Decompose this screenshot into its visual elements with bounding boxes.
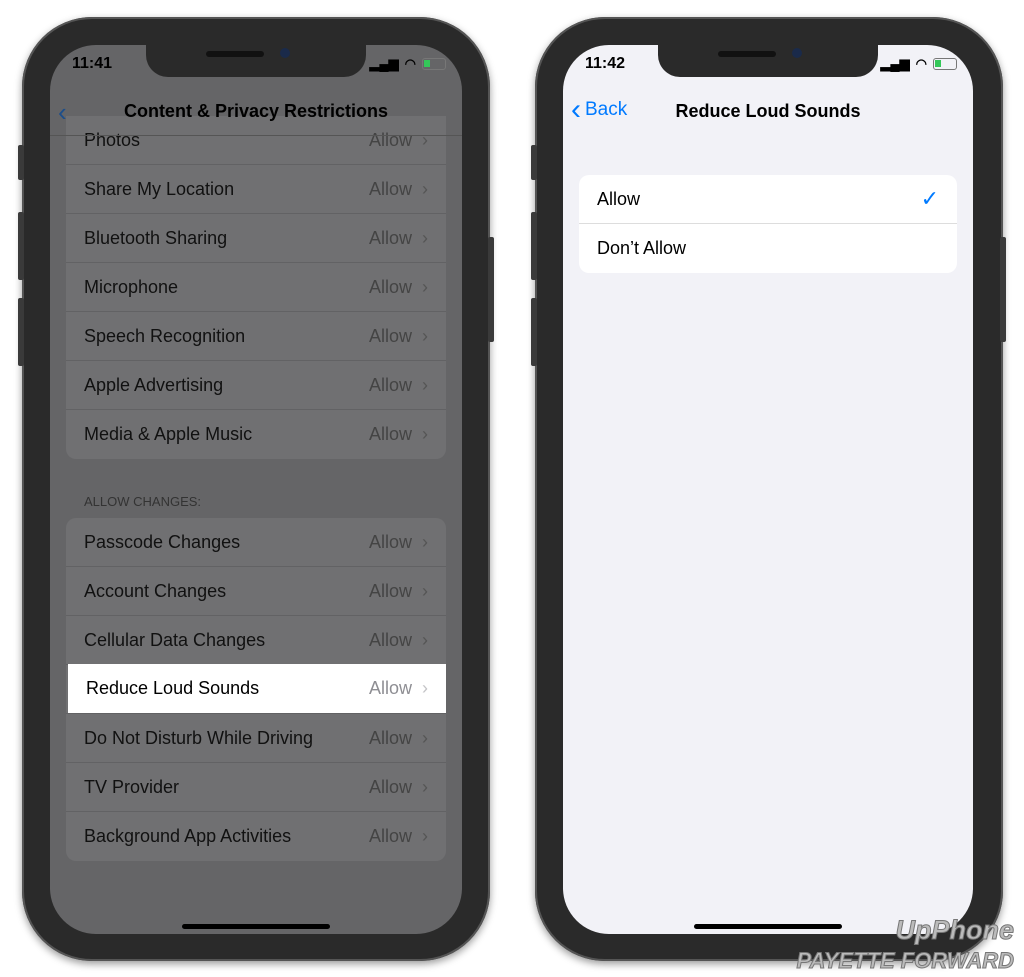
list-item[interactable]: Share My Location Allow › (66, 165, 446, 214)
row-value: Allow (368, 129, 412, 150)
signal-icon: ▂▄▆ (369, 56, 399, 71)
right-screen: 11:42 ▂▄▆ ◠ ‹ Back Reduce Loud Sounds Allow… (563, 45, 973, 934)
row-value: Allow (368, 276, 412, 297)
notch (146, 45, 366, 77)
option-label: Don’t Allow (597, 238, 687, 258)
side-button (18, 212, 24, 280)
wifi-icon: ◠ (404, 56, 416, 71)
left-screen: 11:41 ▂▄▆ ◠ ‹ Content & Privacy Restrictio… (50, 45, 462, 934)
option-dont-allow[interactable]: Don’t Allow (579, 224, 957, 273)
chevron-right-icon: › (422, 776, 428, 797)
row-value: Allow (368, 727, 412, 748)
row-value: Allow (368, 374, 412, 395)
signal-icon: ▂▄▆ (880, 56, 910, 71)
side-button (18, 145, 24, 180)
row-value: Allow (368, 325, 412, 346)
row-value: Allow (368, 678, 412, 698)
row-label: Cellular Data Changes (84, 629, 266, 650)
list-item[interactable]: Speech Recognition Allow › (66, 312, 446, 361)
side-button (18, 298, 24, 366)
battery-icon (422, 58, 446, 70)
row-label: Bluetooth Sharing (84, 227, 228, 248)
time: 11:41 (72, 55, 113, 72)
row-label: Account Changes (84, 580, 227, 601)
row-value: Allow (368, 776, 412, 797)
chevron-right-icon: › (422, 424, 428, 444)
chevron-right-icon: › (422, 325, 428, 346)
options-group: Allow ✓ Don’t Allow (579, 175, 957, 273)
row-value: Allow (368, 629, 412, 650)
row-value: Allow (368, 424, 412, 444)
chevron-right-icon: › (422, 276, 428, 297)
list-item[interactable]: Microphone Allow › (66, 263, 446, 312)
side-button (531, 298, 537, 366)
chevron-right-icon: › (422, 826, 428, 846)
home-indicator (694, 924, 842, 929)
chevron-right-icon: › (422, 531, 428, 552)
chevron-right-icon: › (422, 129, 428, 150)
side-button (531, 145, 537, 180)
row-value: Allow (368, 178, 412, 199)
row-label: Background App Activities (84, 826, 292, 846)
list-item[interactable]: Passcode Changes Allow › (66, 518, 446, 567)
chevron-right-icon: › (422, 178, 428, 199)
row-label: Speech Recognition (84, 325, 246, 346)
list-item[interactable]: Account Changes Allow › (66, 567, 446, 616)
time: 11:42 (585, 55, 626, 72)
page-title: Reduce Loud Sounds (675, 101, 861, 121)
list-item[interactable]: Background App Activities Allow › (66, 812, 446, 861)
row-value: Allow (368, 531, 412, 552)
settings-group: Photos Allow › Share My Location Allow › Bluet… (66, 116, 446, 459)
battery-icon (933, 58, 957, 70)
chevron-right-icon: › (422, 629, 428, 650)
row-value: Allow (368, 227, 412, 248)
row-value: Allow (368, 580, 412, 601)
list-item[interactable]: Apple Advertising Allow › (66, 361, 446, 410)
home-indicator (182, 924, 330, 929)
notch (658, 45, 878, 77)
watermark-logo: PAYETTE FORWARD (796, 948, 1015, 974)
section-header: ALLOW CHANGES: (84, 494, 202, 509)
row-label: TV Provider (84, 776, 180, 797)
option-allow[interactable]: Allow ✓ (579, 175, 957, 224)
chevron-right-icon: › (422, 678, 428, 698)
page-title: Content & Privacy Restrictions (123, 101, 389, 121)
chevron-right-icon: › (422, 374, 428, 395)
row-label: Share My Location (84, 178, 235, 199)
row-label: Apple Advertising (84, 374, 224, 395)
row-label: Reduce Loud Sounds (86, 678, 260, 698)
chevron-right-icon: › (422, 227, 428, 248)
chevron-right-icon: › (422, 727, 428, 748)
list-item[interactable]: Do Not Disturb While Driving Allow › (66, 714, 446, 763)
watermark-logo: UpPhone (895, 915, 1014, 946)
row-label: Passcode Changes (84, 531, 241, 552)
list-item[interactable]: Cellular Data Changes Allow › (66, 616, 446, 665)
row-label: Do Not Disturb While Driving (84, 727, 314, 748)
list-item[interactable]: Bluetooth Sharing Allow › (66, 214, 446, 263)
checkmark-icon: ✓ (920, 186, 939, 211)
side-button (531, 212, 537, 280)
row-value: Allow (368, 826, 412, 846)
chevron-right-icon: › (422, 580, 428, 601)
row-label: Microphone (84, 276, 179, 297)
list-item[interactable]: TV Provider Allow › (66, 763, 446, 812)
side-button (488, 237, 494, 342)
side-button (1000, 237, 1006, 342)
option-label: Allow (597, 188, 641, 209)
row-label: Media & Apple Music (84, 424, 253, 444)
list-item[interactable]: Media & Apple Music Allow › (66, 410, 446, 459)
wifi-icon: ◠ (915, 56, 927, 71)
row-label: Photos (84, 129, 141, 150)
list-item-reduce-loud-sounds-highlighted[interactable]: Reduce Loud Sounds Allow › (68, 664, 446, 713)
list-item[interactable]: Photos Allow › (66, 116, 446, 165)
